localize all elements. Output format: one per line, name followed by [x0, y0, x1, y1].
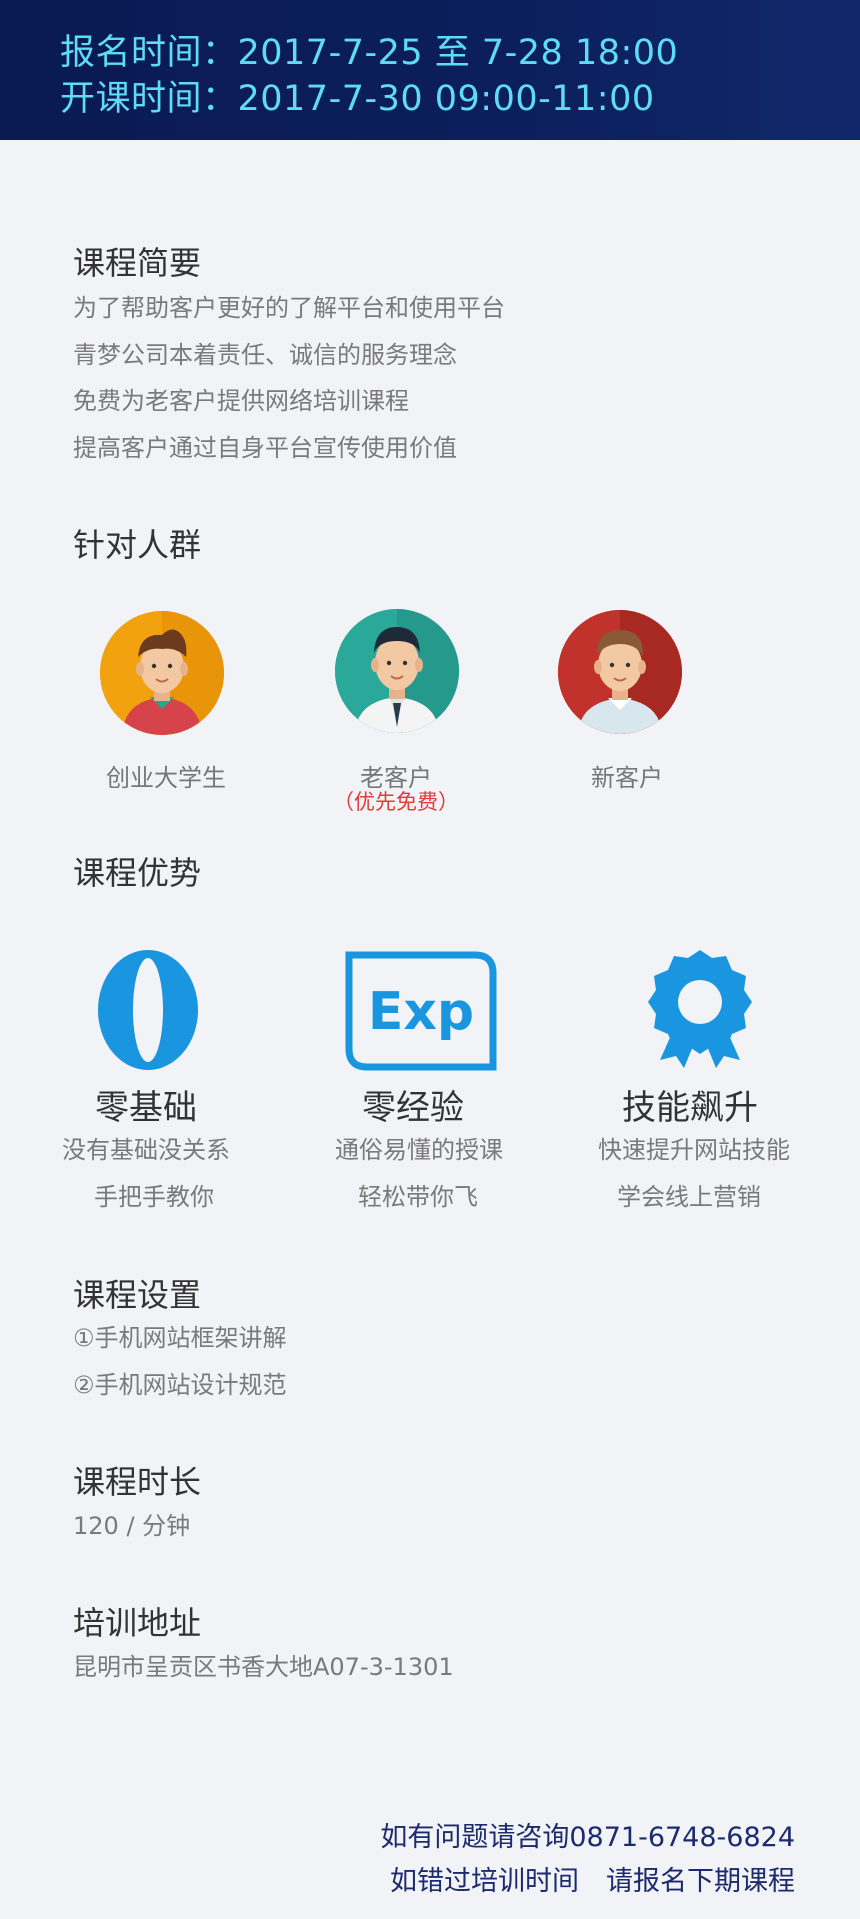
audience-title: 针对人群 — [73, 526, 202, 564]
settings-title: 课程设置 — [73, 1276, 202, 1314]
missed-class-text: 如错过培训时间 请报名下期课程 — [390, 1866, 795, 1897]
duration-value: 120 / 分钟 — [73, 1512, 191, 1540]
student-avatar-icon — [100, 611, 224, 735]
settings-line-2: ②手机网站设计规范 — [73, 1371, 287, 1399]
advantage-title-zero-basis: 零基础 — [95, 1088, 197, 1128]
summary-line-1: 为了帮助客户更好的了解平台和使用平台 — [73, 294, 505, 322]
svg-text:Exp: Exp — [368, 982, 474, 1042]
address-value: 昆明市呈贡区书香大地A07-3-1301 — [73, 1653, 454, 1681]
summary-title: 课程简要 — [73, 244, 202, 282]
summary-line-3: 免费为老客户提供网络培训课程 — [73, 387, 409, 415]
advantage-line: 快速提升网站技能 — [598, 1136, 790, 1164]
duration-title: 课程时长 — [73, 1463, 202, 1501]
registration-time: 报名时间：2017-7-25 至 7-28 18:00 — [60, 33, 679, 73]
new-customer-avatar-icon — [558, 610, 682, 734]
audience-label-new-customer: 新客户 — [591, 764, 663, 792]
summary-line-4: 提高客户通过自身平台宣传使用价值 — [73, 434, 457, 462]
advantage-line: 手把手教你 — [94, 1183, 214, 1211]
advantage-line: 轻松带你飞 — [358, 1183, 478, 1211]
advantages-title: 课程优势 — [73, 854, 202, 892]
audience-label-student: 创业大学生 — [106, 764, 226, 792]
summary-line-2: 青梦公司本着责任、诚信的服务理念 — [73, 341, 457, 369]
advantage-line: 学会线上营销 — [617, 1183, 761, 1211]
advantage-title-zero-experience: 零经验 — [362, 1088, 464, 1128]
exp-icon: Exp — [345, 951, 497, 1071]
zero-icon — [96, 948, 200, 1072]
settings-line-1: ①手机网站框架讲解 — [73, 1324, 287, 1352]
contact-phone-text: 如有问题请咨询0871-6748-6824 — [380, 1822, 795, 1853]
award-badge-icon — [648, 948, 752, 1072]
advantage-line: 通俗易懂的授课 — [335, 1136, 503, 1164]
address-title: 培训地址 — [73, 1604, 202, 1642]
audience-note-priority-free: （优先免费） — [333, 790, 459, 814]
advantage-title-skill-boost: 技能飙升 — [622, 1088, 758, 1128]
header-banner: 报名时间：2017-7-25 至 7-28 18:00 开课时间：2017-7-… — [0, 0, 860, 140]
old-customer-avatar-icon — [335, 609, 459, 733]
advantage-line: 没有基础没关系 — [62, 1136, 230, 1164]
class-time: 开课时间：2017-7-30 09:00-11:00 — [60, 79, 655, 119]
